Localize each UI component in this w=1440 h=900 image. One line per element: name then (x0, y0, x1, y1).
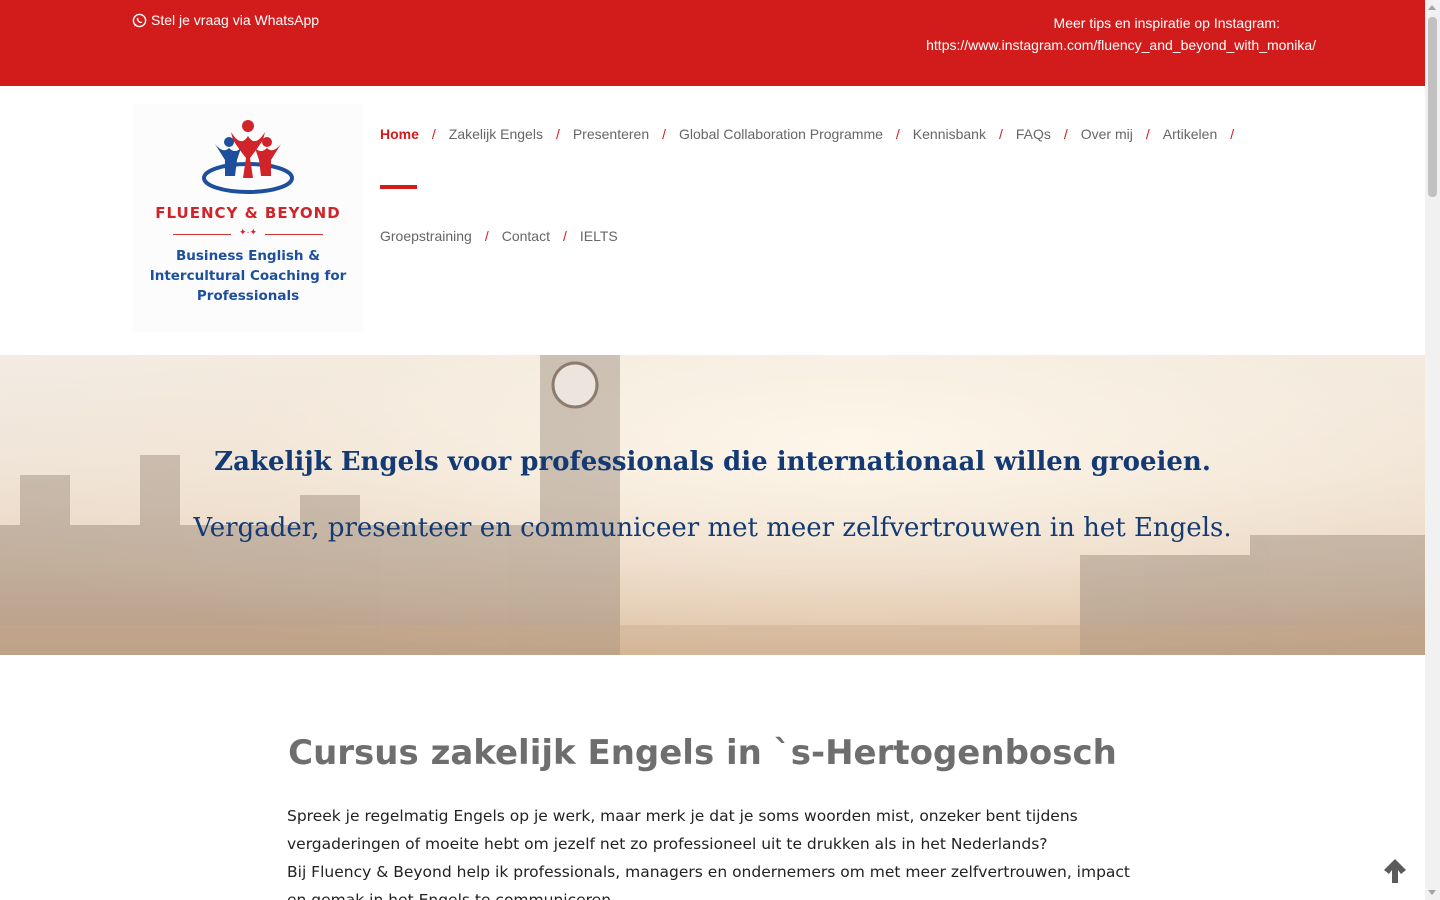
logo-divider: ✦·✦ (173, 227, 323, 240)
whatsapp-label: Stel je vraag via WhatsApp (151, 12, 320, 28)
intro-paragraph: Spreek je regelmatig Engels op je werk, … (287, 807, 1078, 853)
instagram-intro: Meer tips en inspiratie op Instagram: (1053, 15, 1280, 31)
main-nav: Home / Zakelijk Engels / Presenteren / Glob… (380, 126, 1247, 244)
nav-separator: / (1063, 126, 1068, 142)
nav-row-1: Home / Zakelijk Engels / Presenteren / Glob… (380, 126, 1247, 142)
nav-separator: / (484, 228, 489, 244)
nav-item-groepstraining[interactable]: Groepstraining (380, 228, 472, 244)
nav-item-artikelen[interactable]: Artikelen (1163, 126, 1217, 142)
logo-figures-icon (202, 120, 294, 194)
nav-separator: / (1230, 126, 1235, 142)
nav-separator: / (555, 126, 560, 142)
nav-item-zakelijk-engels[interactable]: Zakelijk Engels (449, 126, 543, 142)
hero-skyline-image (0, 355, 1425, 655)
intro-paragraph: Bij Fluency & Beyond help ik professiona… (287, 863, 1131, 900)
logo-tagline-line: Intercultural Coaching for (149, 268, 347, 284)
arrow-up-icon (1384, 859, 1406, 883)
scrollbar-thumb[interactable] (1428, 17, 1437, 197)
nav-separator: / (431, 126, 436, 142)
scroll-to-top-button[interactable] (1383, 858, 1407, 884)
logo-tagline-line: Professionals (196, 288, 300, 304)
hero-subheadline: Vergader, presenteer en communiceer met … (193, 513, 1232, 543)
site-header: FLUENCY & BEYOND ✦·✦ Business English & … (0, 86, 1425, 355)
hero-headline: Zakelijk Engels voor professionals die i… (214, 447, 1211, 477)
site-logo[interactable]: FLUENCY & BEYOND ✦·✦ Business English & … (133, 104, 363, 332)
nav-item-kennisbank[interactable]: Kennisbank (913, 126, 986, 142)
logo-stars: ✦·✦ (238, 227, 258, 237)
instagram-block: Meer tips en inspiratie op Instagram: ht… (926, 12, 1316, 56)
nav-separator: / (998, 126, 1003, 142)
logo-brand-text: FLUENCY & BEYOND (155, 204, 341, 222)
nav-active-indicator (380, 185, 417, 189)
nav-row-2: Groepstraining / Contact / IELTS (380, 228, 1247, 244)
nav-separator: / (562, 228, 567, 244)
scroll-down-arrow[interactable] (1428, 890, 1436, 895)
whatsapp-link[interactable]: Stel je vraag via WhatsApp (132, 12, 319, 28)
page-title: Cursus zakelijk Engels in `s-Hertogenbos… (288, 733, 1117, 773)
nav-separator: / (895, 126, 900, 142)
nav-item-presenteren[interactable]: Presenteren (573, 126, 649, 142)
whatsapp-icon (132, 13, 147, 27)
page-scrollbar[interactable] (1425, 0, 1440, 900)
nav-item-faqs[interactable]: FAQs (1016, 126, 1051, 142)
hero-banner: Zakelijk Engels voor professionals die i… (0, 355, 1425, 655)
logo-tagline: Business English & Intercultural Coachin… (133, 246, 363, 306)
intro-text: Spreek je regelmatig Engels op je werk, … (287, 802, 1137, 900)
nav-item-contact[interactable]: Contact (502, 228, 550, 244)
nav-item-ielts[interactable]: IELTS (580, 228, 618, 244)
nav-item-over-mij[interactable]: Over mij (1081, 126, 1133, 142)
top-bar: Stel je vraag via WhatsApp Meer tips en … (0, 0, 1425, 86)
nav-item-global-collaboration[interactable]: Global Collaboration Programme (679, 126, 883, 142)
instagram-link[interactable]: https://www.instagram.com/fluency_and_be… (926, 37, 1316, 53)
nav-separator: / (662, 126, 667, 142)
nav-separator: / (1145, 126, 1150, 142)
nav-item-home[interactable]: Home (380, 126, 419, 142)
scroll-up-arrow[interactable] (1428, 5, 1436, 10)
logo-tagline-line: Business English & (176, 248, 320, 264)
